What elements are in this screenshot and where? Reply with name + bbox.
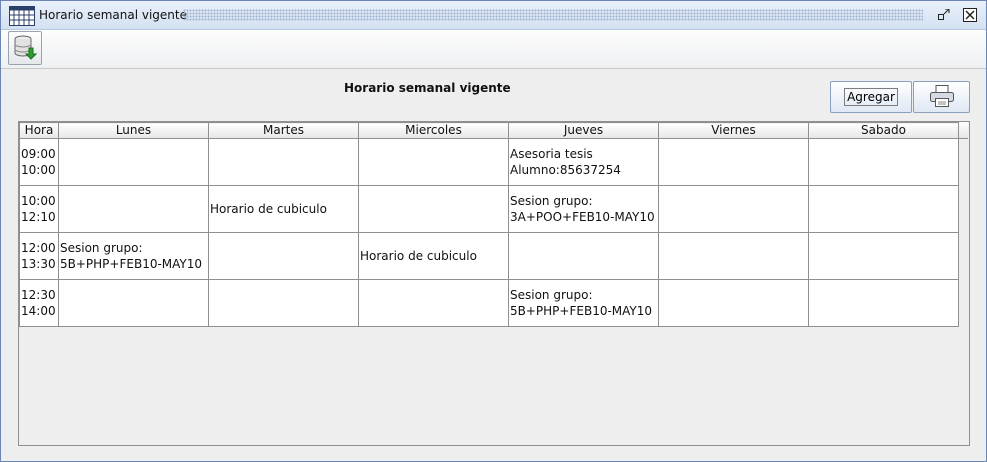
table-cell[interactable] [808, 232, 959, 280]
table-cell[interactable] [658, 232, 809, 280]
table-cell[interactable]: Asesoria tesis Alumno:85637254 [508, 138, 659, 186]
agregar-label: Agregar [844, 88, 898, 106]
calendar-grid-icon [9, 6, 35, 26]
print-button[interactable] [913, 81, 970, 113]
column-header-hora[interactable]: Hora [19, 122, 59, 139]
table-cell[interactable] [358, 138, 509, 186]
column-header-lunes[interactable]: Lunes [58, 122, 209, 139]
table-cell[interactable] [58, 185, 209, 233]
title-bar-grip [183, 9, 923, 21]
toolbar [1, 30, 986, 69]
table-row: 09:00 10:00 Asesoria tesis Alumno:856372… [19, 138, 959, 186]
table-cell[interactable]: Horario de cubiculo [208, 185, 359, 233]
column-header-sabado[interactable]: Sabado [808, 122, 959, 139]
table-header-corner [959, 122, 968, 139]
table-cell[interactable] [808, 185, 959, 233]
agregar-button[interactable]: Agregar [830, 81, 912, 113]
table-row: 12:30 14:00 Sesion grupo: 5B+PHP+FEB10-M… [19, 279, 959, 327]
window-title: Horario semanal vigente [39, 8, 187, 22]
schedule-scroll-pane[interactable]: Hora Lunes Martes Miercoles Jueves Viern… [18, 121, 970, 446]
table-cell[interactable] [658, 279, 809, 327]
table-header-row: Hora Lunes Martes Miercoles Jueves Viern… [19, 122, 959, 139]
table-cell[interactable] [208, 279, 359, 327]
column-header-martes[interactable]: Martes [208, 122, 359, 139]
table-cell[interactable] [58, 279, 209, 327]
title-bar[interactable]: Horario semanal vigente [1, 1, 986, 30]
panel-title: Horario semanal vigente [344, 81, 511, 95]
table-cell[interactable]: Sesion grupo: 5B+PHP+FEB10-MAY10 [58, 232, 209, 280]
table-cell[interactable]: Sesion grupo: 3A+POO+FEB10-MAY10 [508, 185, 659, 233]
table-cell[interactable] [808, 138, 959, 186]
printer-icon [929, 84, 955, 111]
table-cell[interactable] [508, 232, 659, 280]
table-cell[interactable] [358, 279, 509, 327]
table-cell[interactable] [658, 185, 809, 233]
database-download-icon [13, 34, 38, 63]
table-cell[interactable] [208, 138, 359, 186]
table-cell[interactable]: Sesion grupo: 5B+PHP+FEB10-MAY10 [508, 279, 659, 327]
table-cell[interactable] [658, 138, 809, 186]
table-cell[interactable] [358, 185, 509, 233]
restore-icon[interactable] [936, 8, 952, 22]
table-row: 12:00 13:30 Sesion grupo: 5B+PHP+FEB10-M… [19, 232, 959, 280]
close-icon[interactable] [962, 8, 978, 22]
export-database-button[interactable] [8, 31, 42, 65]
schedule-table: Hora Lunes Martes Miercoles Jueves Viern… [19, 122, 959, 327]
table-cell-hora[interactable]: 12:00 13:30 [19, 232, 59, 280]
table-cell-hora[interactable]: 10:00 12:10 [19, 185, 59, 233]
table-cell[interactable] [808, 279, 959, 327]
table-cell-hora[interactable]: 09:00 10:00 [19, 138, 59, 186]
table-cell[interactable] [208, 232, 359, 280]
table-cell[interactable]: Horario de cubiculo [358, 232, 509, 280]
table-row: 10:00 12:10 Horario de cubiculo Sesion g… [19, 185, 959, 233]
column-header-miercoles[interactable]: Miercoles [358, 122, 509, 139]
internal-frame: Horario semanal vigente Horario semanal … [0, 0, 987, 462]
table-cell[interactable] [58, 138, 209, 186]
column-header-jueves[interactable]: Jueves [508, 122, 659, 139]
table-cell-hora[interactable]: 12:30 14:00 [19, 279, 59, 327]
column-header-viernes[interactable]: Viernes [658, 122, 809, 139]
